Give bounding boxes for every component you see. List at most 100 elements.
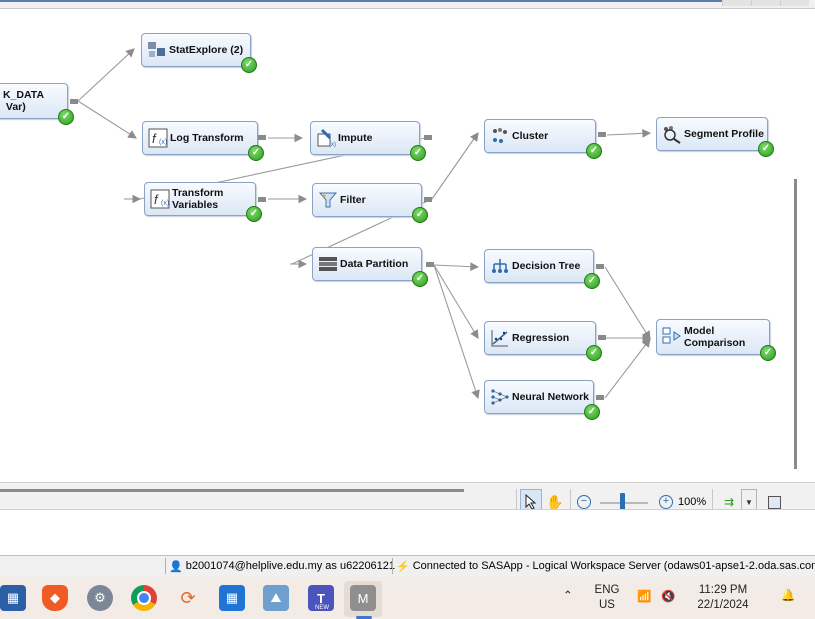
scrollbar-thumb[interactable] xyxy=(794,179,797,469)
wifi-icon[interactable]: 📶 xyxy=(637,590,651,605)
checkmark-icon: ✓ xyxy=(412,207,428,223)
node-decision-tree[interactable]: Decision Tree ✓ xyxy=(484,249,600,289)
sync-icon[interactable]: ⟳ xyxy=(175,585,201,611)
edge-filter-cluster xyxy=(431,132,479,200)
svg-text:(x): (x) xyxy=(159,139,167,146)
clock[interactable]: 11:29 PM 22/1/2024 xyxy=(688,583,758,613)
checkmark-icon: ✓ xyxy=(241,57,257,73)
calendar-icon[interactable]: ▦ xyxy=(219,585,245,611)
sas-miner-icon[interactable]: M xyxy=(350,585,376,611)
node-label: StatExplore (2) xyxy=(169,44,244,56)
node-impute[interactable]: (x) Impute ✓ xyxy=(310,121,426,161)
output-port[interactable] xyxy=(426,262,434,267)
notification-bell-icon[interactable]: 🔔 xyxy=(781,589,795,604)
region-code: US xyxy=(599,599,615,611)
teams-icon[interactable]: T NEW xyxy=(308,585,334,611)
fit-view-icon xyxy=(767,495,781,509)
output-port[interactable] xyxy=(258,135,266,140)
node-sas-data[interactable]: K_DATA Var) ✓ xyxy=(0,83,74,125)
output-port[interactable] xyxy=(596,395,604,400)
edge-partition-tree xyxy=(433,262,480,272)
segment-profile-icon xyxy=(664,126,681,144)
connection-icon: ⚡ xyxy=(396,560,410,573)
output-port[interactable] xyxy=(258,197,266,202)
node-segment-profile[interactable]: Segment Profile ✓ xyxy=(656,117,774,157)
vertical-scrollbar[interactable] xyxy=(792,9,800,475)
settings-icon[interactable]: ⚙ xyxy=(87,585,113,611)
zoom-level-label: 100% xyxy=(678,496,707,508)
output-port[interactable] xyxy=(424,197,432,202)
output-port[interactable] xyxy=(598,132,606,137)
node-statexplore[interactable]: StatExplore (2) ✓ xyxy=(141,33,257,73)
chevron-up-icon[interactable]: ⌃ xyxy=(563,589,573,604)
edge-tree-comparison xyxy=(604,266,651,340)
node-data-partition[interactable]: Data Partition ✓ xyxy=(312,247,428,287)
chrome-icon[interactable] xyxy=(131,585,157,611)
transform-icon: f (x) xyxy=(148,128,168,148)
speaker-muted-icon[interactable]: 🔇 xyxy=(661,590,675,605)
transform-icon: f (x) xyxy=(150,189,170,209)
user-status: 👤 b2001074@helplive.edu.my as u62206121 xyxy=(165,558,395,574)
edge-cluster-segment xyxy=(606,128,652,138)
edge-data-statexplore xyxy=(77,48,135,102)
node-label: Filter xyxy=(340,194,366,206)
node-label: Regression xyxy=(512,332,570,344)
checkmark-icon: ✓ xyxy=(586,345,602,361)
checkmark-icon: ✓ xyxy=(410,145,426,161)
maximize-button[interactable] xyxy=(751,0,780,6)
output-port[interactable] xyxy=(598,335,606,340)
node-label: Neural Network xyxy=(512,391,590,403)
layout-icon: ⇉ xyxy=(723,495,735,509)
impute-icon: (x) xyxy=(317,128,336,148)
output-port[interactable] xyxy=(70,99,78,104)
node-cluster[interactable]: Cluster ✓ xyxy=(484,119,602,159)
regression-icon xyxy=(491,330,508,347)
checkmark-icon: ✓ xyxy=(248,145,264,161)
checkmark-icon: ✓ xyxy=(58,109,74,125)
zoom-in-icon: + xyxy=(659,495,673,509)
cluster-icon xyxy=(493,128,507,143)
tree-icon xyxy=(492,259,508,273)
checkmark-icon: ✓ xyxy=(584,273,600,289)
edge-partition-neural xyxy=(433,264,480,400)
node-label: Cluster xyxy=(512,130,549,142)
teams-new-badge: NEW xyxy=(314,605,330,611)
minimize-button[interactable] xyxy=(722,0,751,6)
node-label: Segment Profile xyxy=(684,128,764,140)
svg-text:(x): (x) xyxy=(329,142,336,148)
node-label: Model Comparison xyxy=(684,325,746,349)
output-port[interactable] xyxy=(424,135,432,140)
node-label: Impute xyxy=(338,132,373,144)
checkmark-icon: ✓ xyxy=(586,143,602,159)
diagram-canvas[interactable]: K_DATA Var) ✓ StatExplore (2) ✓ f (x) Log… xyxy=(0,9,790,475)
pointer-icon xyxy=(525,494,537,510)
svg-text:(x): (x) xyxy=(161,200,169,207)
output-port[interactable] xyxy=(596,264,604,269)
language-code: ENG xyxy=(594,584,620,596)
date-text: 22/1/2024 xyxy=(697,599,749,611)
language-indicator[interactable]: ENG US xyxy=(590,583,624,613)
node-neural-network[interactable]: Neural Network ✓ xyxy=(484,380,600,420)
brave-icon[interactable]: ◆ xyxy=(42,585,68,611)
hand-icon: ✋ xyxy=(546,493,564,510)
status-bar: 👤 b2001074@helplive.edu.my as u62206121 … xyxy=(0,555,815,577)
diagram-toolbar: ✋ − + 100% ⇉ ▼ xyxy=(0,482,815,527)
checkmark-icon: ✓ xyxy=(584,404,600,420)
partition-icon xyxy=(319,257,337,271)
node-model-comparison[interactable]: Model Comparison ✓ xyxy=(656,319,776,361)
photos-icon[interactable]: ⛰ xyxy=(263,585,289,611)
store-icon[interactable]: ▦ xyxy=(0,585,26,611)
title-accent xyxy=(0,0,724,2)
user-status-text: b2001074@helplive.edu.my as u62206121 xyxy=(185,560,396,572)
horizontal-scrollbar[interactable] xyxy=(0,489,464,492)
node-label: Transform Variables xyxy=(172,187,224,211)
time-text: 11:29 PM xyxy=(698,584,748,596)
edge-neural-comparison xyxy=(604,338,651,399)
node-label: Data Partition xyxy=(340,258,409,270)
node-regression[interactable]: Regression ✓ xyxy=(484,321,602,361)
close-button[interactable] xyxy=(780,0,809,6)
node-log-transform[interactable]: f (x) Log Transform ✓ xyxy=(142,121,264,161)
neural-network-icon xyxy=(491,389,509,405)
node-filter[interactable]: Filter ✓ xyxy=(312,183,428,223)
node-transform-variables[interactable]: f (x) Transform Variables ✓ xyxy=(144,182,262,222)
